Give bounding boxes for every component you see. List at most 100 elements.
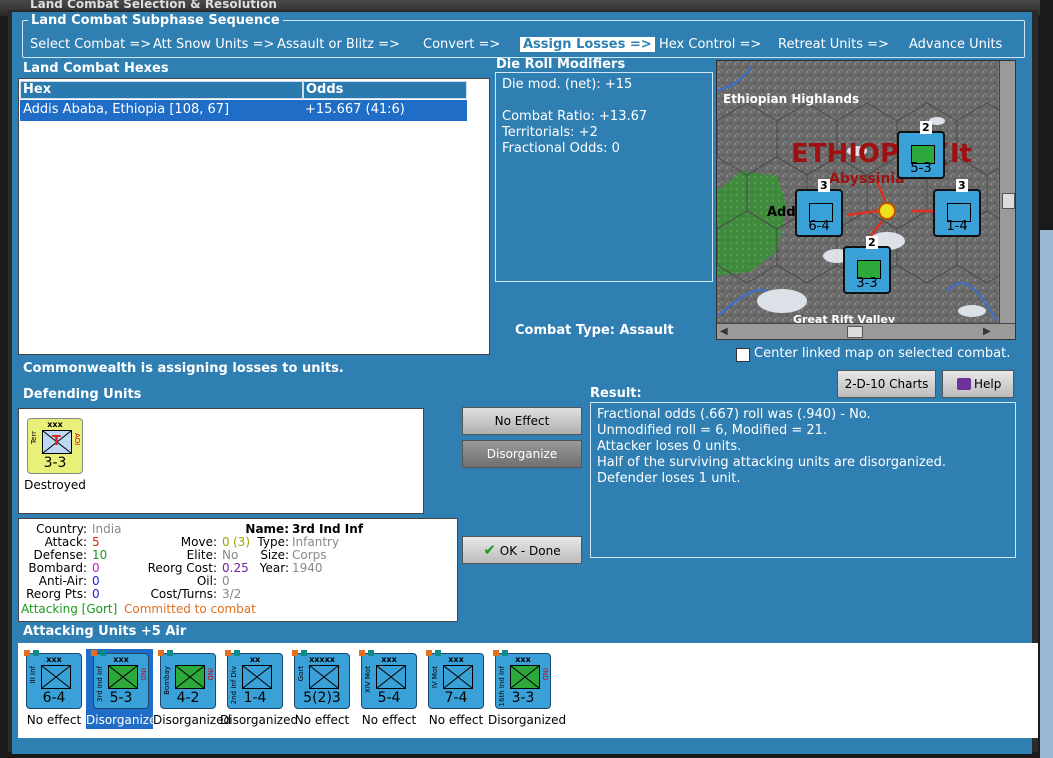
unit-strength: 5-3 [109, 690, 133, 706]
no-effect-button[interactable]: No Effect [462, 407, 582, 435]
checkmark-icon: ✔ [483, 541, 496, 559]
hex-cell: Addis Ababa, Ethiopia [108, 67] [23, 102, 230, 117]
attacking-unit-counter[interactable]: xx 2nd Inf Div 1-4 [225, 650, 283, 709]
defending-units-panel: xxx Terr AOI T 3-3 Destroyed [18, 408, 424, 514]
committed-status: Committed to combat [124, 602, 256, 616]
unit-size: xxx [448, 655, 464, 664]
map-counter[interactable]: 2 3-3 [843, 236, 891, 294]
country-value: India [92, 522, 122, 536]
background-edge [1040, 0, 1053, 230]
type-label: Type: [257, 535, 289, 549]
attacking-unit-counter[interactable]: xxx XIV Mot 5-4 [359, 650, 417, 709]
unit-symbol [510, 665, 540, 689]
map-counter[interactable]: 3 6-4 [795, 179, 843, 237]
combat-type: Combat Type: Assault [515, 323, 674, 338]
unit-symbol [443, 665, 473, 689]
antiair-label: Anti-Air: [38, 574, 87, 588]
die-roll-title: Die Roll Modifiers [496, 57, 626, 72]
unit-symbol: T [42, 430, 72, 454]
column-header-odds[interactable]: Odds [303, 81, 467, 99]
defense-label: Defense: [33, 548, 87, 562]
cost-turns-label: Cost/Turns: [150, 587, 217, 601]
name-value: 3rd Ind Inf [292, 522, 364, 536]
attacking-unit-counter[interactable]: xxx 3rd Ind Inf IND 5-3 [91, 650, 149, 709]
bottom-strip [12, 740, 1032, 754]
unit-strength: 3-3 [43, 455, 67, 471]
year-label: Year: [259, 561, 289, 575]
hexes-title: Land Combat Hexes [23, 61, 169, 76]
map-counter[interactable]: 3 1-4 [933, 179, 981, 237]
territorials: Territorials: +2 [502, 125, 598, 140]
unit-size: xxx [381, 655, 397, 664]
scroll-right-icon[interactable]: ▶ [983, 326, 991, 337]
attacking-unit-counter[interactable]: xxx 16th Ind Inf IND 3-3 [493, 650, 551, 709]
unit-info-panel: Country: India Attack: 5 Defense: 10 Bom… [18, 518, 458, 622]
unit-size: xxxxx [309, 655, 335, 664]
unit-strength: 3-3 [511, 690, 535, 706]
linked-map[interactable]: Ethiopian Highlands ETHIOPIA (It Abyssin… [716, 60, 1016, 340]
attacking-unit-counter[interactable]: xxx III Inf 6-4 [24, 650, 82, 709]
step-assign-losses[interactable]: Assign Losses => [520, 37, 655, 52]
unit-name: Gort [297, 666, 305, 682]
die-mod-net: Die mod. (net): +15 [502, 77, 633, 92]
unit-size: xxx [46, 655, 62, 664]
unit-symbol [309, 665, 339, 689]
unit-status: Destroyed [24, 478, 86, 492]
unit-strength: 5(2)3 [303, 690, 341, 706]
hexes-table: Hex Odds Addis Ababa, Ethiopia [108, 67]… [18, 78, 490, 355]
map-label-highlands: Ethiopian Highlands [723, 92, 860, 106]
stack-count: 3 [956, 179, 968, 192]
unit-name: XIV Mot [364, 666, 372, 693]
background-map-edge [1040, 230, 1053, 758]
charts-button[interactable]: 2-D-10 Charts [837, 370, 936, 398]
center-map-label: Center linked map on selected combat. [754, 346, 1011, 361]
stack-count: 3 [818, 179, 830, 192]
unit-size: xxx [47, 420, 63, 429]
unit-size: xx [249, 655, 261, 664]
unit-symbol [242, 665, 272, 689]
ok-done-button[interactable]: ✔ OK - Done [462, 536, 582, 564]
attacking-unit-counter[interactable]: xxx IV Mot 7-4 [426, 650, 484, 709]
map-label-city: Add [767, 205, 796, 220]
scroll-left-icon[interactable]: ◀ [720, 326, 728, 337]
oil-value: 0 [222, 574, 230, 588]
step-advance-units[interactable]: Advance Units [909, 37, 1002, 52]
defending-unit-counter[interactable]: xxx Terr AOI T 3-3 [27, 418, 83, 474]
unit-symbol [175, 665, 205, 689]
attack-label: Attack: [44, 535, 87, 549]
table-row[interactable]: Addis Ababa, Ethiopia [108, 67] +15.667 … [20, 100, 467, 121]
result-line: Half of the surviving attacking units ar… [597, 455, 947, 470]
result-line: Attacker loses 0 units. [597, 439, 742, 454]
map-counter[interactable]: 2 5-3 [897, 121, 945, 179]
help-label: Help [974, 377, 1002, 391]
center-map-checkbox[interactable] [736, 348, 750, 362]
unit-status: No effect [26, 713, 82, 727]
step-hex-control[interactable]: Hex Control => [659, 37, 761, 52]
map-vertical-scrollbar[interactable] [999, 61, 1015, 323]
map-horizontal-scrollbar[interactable]: ◀ ▶ [717, 323, 1015, 339]
help-book-icon [957, 378, 971, 390]
step-select-combat[interactable]: Select Combat => [30, 37, 151, 52]
unit-strength: 6-4 [42, 690, 66, 706]
move-label: Move: [180, 535, 217, 549]
status-message: Commonwealth is assigning losses to unit… [23, 361, 344, 376]
step-assault-or-blitz[interactable]: Assault or Blitz => [277, 37, 400, 52]
step-att-snow-units[interactable]: Att Snow Units => [153, 37, 274, 52]
unit-status: Disorganized [86, 713, 165, 727]
unit-type-letter: T [52, 434, 61, 449]
column-header-hex[interactable]: Hex [20, 81, 303, 99]
map-hscroll-thumb[interactable] [847, 326, 863, 338]
disorganize-button[interactable]: Disorganize [462, 440, 582, 468]
attack-value: 5 [92, 535, 100, 549]
result-line: Defender loses 1 unit. [597, 471, 741, 486]
stack-count: 2 [920, 121, 932, 134]
unit-status: No effect [294, 713, 350, 727]
attacking-unit-counter[interactable]: Bombay IND 4-2 [158, 650, 216, 709]
unit-symbol [41, 665, 71, 689]
map-vscroll-thumb[interactable] [1002, 193, 1015, 209]
help-button[interactable]: Help [942, 370, 1014, 398]
step-retreat-units[interactable]: Retreat Units => [778, 37, 889, 52]
year-value: 1940 [292, 561, 323, 575]
step-convert[interactable]: Convert => [423, 37, 500, 52]
attacking-unit-counter[interactable]: xxxxx Gort 5(2)3 [292, 650, 350, 709]
